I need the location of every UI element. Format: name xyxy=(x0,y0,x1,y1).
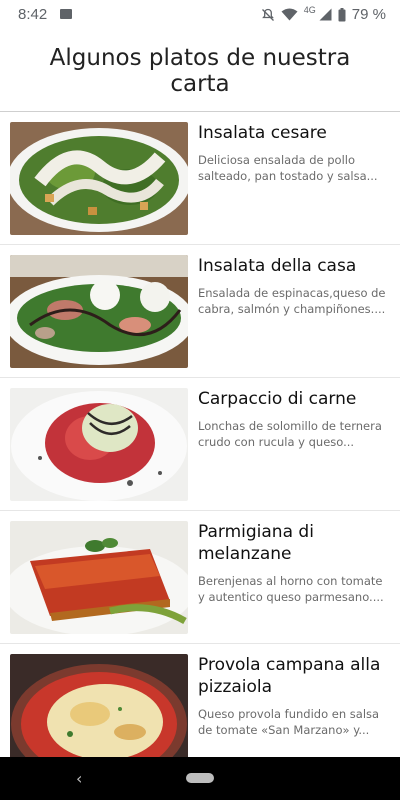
dish-description: Queso provola fundido en salsa de tomate… xyxy=(198,707,380,737)
list-item[interactable]: Parmigiana di melanzane Berenjenas al ho… xyxy=(0,511,400,644)
signal-icon xyxy=(319,8,332,21)
dish-description: Berenjenas al horno con tomate y autenti… xyxy=(198,574,384,604)
dish-image xyxy=(10,255,188,368)
dish-description: Lonchas de solomillo de ternera crudo co… xyxy=(198,419,382,449)
status-icons: 4G 79 % xyxy=(261,4,386,23)
image-icon xyxy=(60,9,72,19)
dish-photo[interactable] xyxy=(10,521,188,634)
dish-photo[interactable] xyxy=(10,122,188,235)
battery-icon xyxy=(338,7,346,21)
bell-off-icon xyxy=(261,8,274,21)
list-item[interactable]: Carpaccio di carne Lonchas de solomillo … xyxy=(0,378,400,511)
dish-title: Insalata cesare xyxy=(198,123,327,143)
home-pill-icon[interactable] xyxy=(186,773,214,783)
list-item[interactable]: Insalata della casa Ensalada de espinaca… xyxy=(0,245,400,378)
battery-percent: 79 % xyxy=(351,6,386,23)
navigation-bar: ‹ xyxy=(0,757,400,800)
dish-description: Ensalada de espinacas,queso de cabra, sa… xyxy=(198,286,386,316)
dish-title: Carpaccio di carne xyxy=(198,389,357,409)
dish-image xyxy=(10,122,188,235)
list-item[interactable]: Provola campana alla pizzaiola Queso pro… xyxy=(0,644,400,757)
network-type: 4G xyxy=(303,4,316,15)
back-icon[interactable]: ‹ xyxy=(76,769,82,788)
dish-photo[interactable] xyxy=(10,255,188,368)
dish-photo[interactable] xyxy=(10,388,188,501)
dish-title: Parmigiana di melanzane xyxy=(198,522,314,564)
dish-photo[interactable] xyxy=(10,654,188,757)
dish-image xyxy=(10,388,188,501)
page-header: Algunos platos de nuestra carta xyxy=(0,30,400,112)
list-item[interactable]: Insalata cesare Deliciosa ensalada de po… xyxy=(0,112,400,245)
dish-title: Provola campana alla pizzaiola xyxy=(198,655,381,697)
dish-image xyxy=(10,654,188,757)
wifi-icon xyxy=(281,8,298,21)
page-title: Algunos platos de nuestra carta xyxy=(49,44,351,97)
dish-title: Insalata della casa xyxy=(198,256,357,276)
status-bar: 8:42 4G 79 % xyxy=(0,0,400,30)
status-time: 8:42 xyxy=(18,6,48,23)
dish-description: Deliciosa ensalada de pollo salteado, pa… xyxy=(198,153,378,183)
dish-list: Insalata cesare Deliciosa ensalada de po… xyxy=(0,112,400,757)
dish-image xyxy=(10,521,188,634)
